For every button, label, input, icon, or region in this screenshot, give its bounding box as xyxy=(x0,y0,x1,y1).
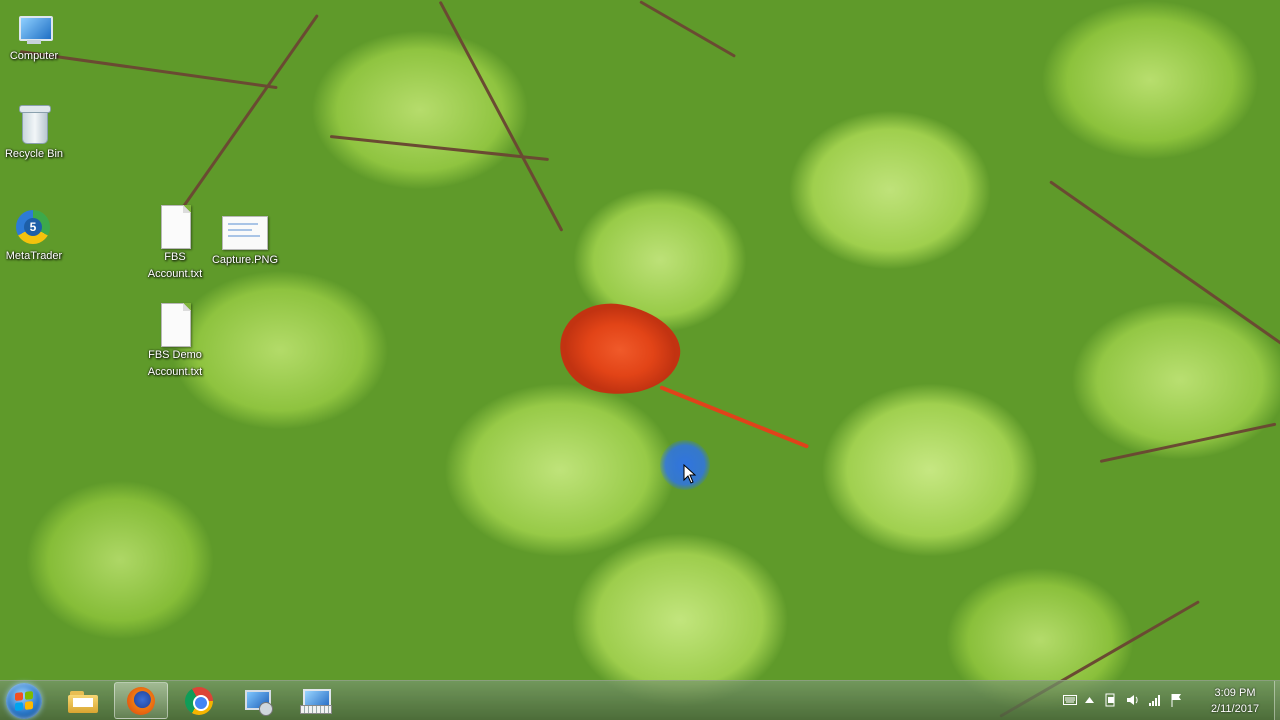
network-computer-icon xyxy=(243,688,273,716)
desktop-icon-label: Computer xyxy=(9,50,59,62)
taskbar-clock[interactable]: 3:09 PM 2/11/2017 xyxy=(1198,685,1272,717)
windows-explorer-icon xyxy=(68,689,98,713)
desktop-icon-label-line2: Account.txt xyxy=(147,366,203,378)
desktop-icon-label-line1: FBS xyxy=(164,251,186,263)
wallpaper-stem xyxy=(1099,422,1277,463)
metatrader-icon: 5 xyxy=(14,206,54,246)
show-desktop-button[interactable] xyxy=(1274,681,1280,720)
wallpaper-stem xyxy=(639,0,737,58)
taskbar-button-network[interactable] xyxy=(230,682,284,719)
wallpaper-stem xyxy=(1049,180,1280,355)
desktop-icon-label: Capture.PNG xyxy=(211,254,279,266)
desktop-icon-label-line1: FBS Demo xyxy=(148,349,202,361)
action-center-flag-icon[interactable] xyxy=(1100,693,1122,707)
on-screen-keyboard-icon xyxy=(300,688,332,714)
desktop-icon-label-line2: Account.txt xyxy=(147,268,203,280)
taskbar-button-chrome[interactable] xyxy=(172,682,226,719)
desktop-icon-capture-png[interactable]: Capture.PNG xyxy=(207,208,283,269)
taskbar-button-keyboard[interactable] xyxy=(288,682,342,719)
taskbar-button-firefox[interactable] xyxy=(114,682,168,719)
desktop-icon-label: Recycle Bin xyxy=(4,148,64,160)
image-file-icon xyxy=(222,216,268,250)
computer-icon xyxy=(15,14,53,46)
windows-logo-icon xyxy=(15,691,33,711)
clock-date: 2/11/2017 xyxy=(1210,703,1260,715)
volume-icon[interactable] xyxy=(1122,693,1144,707)
start-button[interactable] xyxy=(6,683,42,719)
taskbar-button-explorer[interactable] xyxy=(56,682,110,719)
show-hidden-icons-arrow[interactable] xyxy=(1078,693,1100,707)
network-signal-icon[interactable] xyxy=(1144,693,1166,707)
desktop-icon-fbs-account-txt[interactable]: FBS Account.txt xyxy=(137,205,213,283)
recycle-bin-icon xyxy=(19,104,51,144)
desktop-icon-metatrader[interactable]: 5 MetaTrader xyxy=(0,206,72,265)
desktop-icon-computer[interactable]: Computer xyxy=(0,14,72,65)
chrome-icon xyxy=(185,686,213,715)
text-file-icon xyxy=(159,205,191,249)
wallpaper-stem xyxy=(438,0,564,232)
keyboard-layout-icon[interactable] xyxy=(1062,693,1078,707)
desktop-icon-fbs-demo-account-txt[interactable]: FBS Demo Account.txt xyxy=(137,303,213,381)
flag-icon[interactable] xyxy=(1166,693,1186,707)
text-file-icon xyxy=(159,303,191,347)
firefox-icon xyxy=(127,686,155,715)
metatrader-badge: 5 xyxy=(24,218,42,236)
system-tray xyxy=(1062,690,1186,710)
desktop-icon-label: MetaTrader xyxy=(5,250,63,262)
desktop-icon-recycle-bin[interactable]: Recycle Bin xyxy=(0,104,72,163)
clock-time: 3:09 PM xyxy=(1214,687,1256,699)
mouse-pointer-icon xyxy=(683,464,697,484)
wallpaper-stem xyxy=(178,14,319,213)
